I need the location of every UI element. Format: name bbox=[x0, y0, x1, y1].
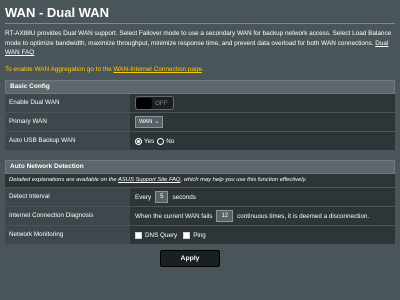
auto-usb-no-label: No bbox=[166, 137, 175, 145]
auto-usb-no-radio[interactable] bbox=[157, 137, 165, 145]
aggregation-prefix: To enable WAN Aggregation go to the bbox=[5, 66, 114, 73]
ping-checkbox[interactable] bbox=[183, 231, 191, 239]
detect-interval-row: Detect Interval Every 5 seconds bbox=[5, 188, 395, 207]
page-title: WAN - Dual WAN bbox=[5, 5, 109, 20]
detection-notice: Detailed explanations are available on t… bbox=[5, 174, 395, 188]
asus-support-faq-link[interactable]: ASUS Support Site FAQ bbox=[118, 177, 180, 183]
detect-interval-suffix: seconds bbox=[172, 193, 196, 201]
page-description: RT-AX88U provides Dual WAN support. Sele… bbox=[5, 29, 397, 58]
network-monitoring-value: DNS Query Ping bbox=[135, 226, 395, 244]
auto-usb-backup-row: Auto USB Backup WAN Yes No bbox=[5, 132, 395, 151]
auto-detection-header: Auto Network Detection bbox=[5, 160, 395, 174]
detect-interval-value: Every 5 seconds bbox=[135, 188, 395, 206]
auto-detection-section: Auto Network Detection Detailed explanat… bbox=[5, 160, 395, 245]
network-monitoring-label: Network Monitoring bbox=[5, 226, 130, 244]
notice-prefix: Detailed explanations are available on t… bbox=[9, 177, 119, 183]
dns-query-label: DNS Query bbox=[145, 231, 178, 239]
enable-dual-wan-value: OFF bbox=[135, 94, 395, 112]
auto-usb-backup-label: Auto USB Backup WAN bbox=[5, 132, 130, 150]
diagnosis-row: Internet Connection Diagnosis When the c… bbox=[5, 207, 395, 226]
notice-suffix: , which may help you use this function e… bbox=[180, 177, 307, 183]
apply-button[interactable]: Apply bbox=[160, 250, 220, 267]
ping-label: Ping bbox=[193, 231, 206, 239]
basic-config-section: Basic Config Enable Dual WAN OFF Primary… bbox=[5, 80, 395, 151]
enable-dual-wan-toggle[interactable]: OFF bbox=[135, 96, 174, 110]
detect-interval-input[interactable]: 5 bbox=[155, 191, 169, 203]
primary-wan-value: WAN ⌄ bbox=[135, 113, 395, 131]
primary-wan-selected: WAN bbox=[139, 119, 153, 125]
wan-internet-connection-link[interactable]: WAN-Internet Connection page bbox=[113, 66, 202, 73]
diagnosis-label: Internet Connection Diagnosis bbox=[5, 207, 130, 225]
detect-interval-prefix: Every bbox=[135, 193, 152, 201]
auto-usb-backup-value: Yes No bbox=[135, 132, 395, 150]
diagnosis-prefix: When the current WAN fails bbox=[135, 212, 213, 220]
title-divider bbox=[5, 23, 395, 24]
enable-dual-wan-row: Enable Dual WAN OFF bbox=[5, 94, 395, 113]
aggregation-suffix: . bbox=[202, 66, 204, 73]
auto-usb-yes-label: Yes bbox=[144, 137, 155, 145]
chevron-down-icon: ⌄ bbox=[154, 119, 160, 125]
aggregation-notice: To enable WAN Aggregation go to the WAN-… bbox=[5, 66, 204, 73]
basic-config-header: Basic Config bbox=[5, 80, 395, 94]
toggle-state-text: OFF bbox=[155, 99, 168, 107]
network-monitoring-row: Network Monitoring DNS Query Ping bbox=[5, 226, 395, 245]
diagnosis-value: When the current WAN fails 12 continuous… bbox=[135, 207, 395, 225]
primary-wan-label: Primary WAN bbox=[5, 113, 130, 131]
dns-query-checkbox[interactable] bbox=[135, 231, 142, 239]
description-text: RT-AX88U provides Dual WAN support. Sele… bbox=[5, 30, 392, 47]
diagnosis-suffix: continuous times, it is deemed a disconn… bbox=[237, 212, 370, 220]
primary-wan-row: Primary WAN WAN ⌄ bbox=[5, 113, 395, 132]
primary-wan-select[interactable]: WAN ⌄ bbox=[135, 116, 164, 128]
detect-interval-label: Detect Interval bbox=[5, 188, 130, 206]
auto-usb-yes-radio[interactable] bbox=[135, 137, 142, 145]
diagnosis-input[interactable]: 12 bbox=[216, 210, 234, 222]
enable-dual-wan-label: Enable Dual WAN bbox=[5, 94, 130, 112]
toggle-knob bbox=[136, 97, 152, 109]
